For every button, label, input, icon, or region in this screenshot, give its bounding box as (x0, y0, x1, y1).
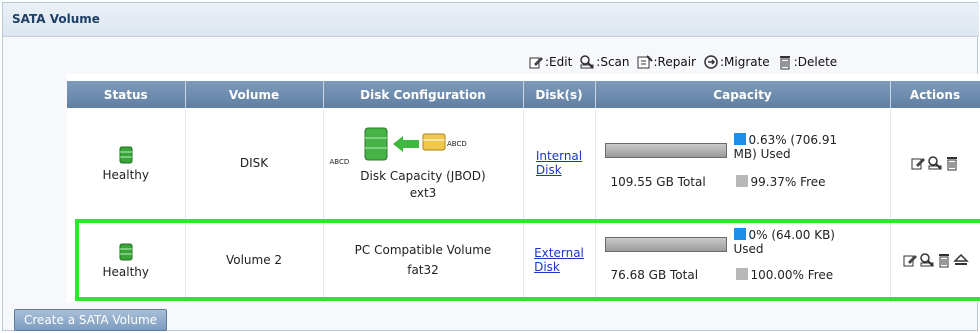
volume-name: DISK (185, 108, 324, 218)
column-header-disks: Disk(s) (523, 81, 596, 108)
delete-icon (779, 56, 790, 70)
actions-cell (890, 108, 980, 218)
status-cell: Healthy (67, 218, 186, 302)
panel-header: SATA Volume (3, 3, 979, 37)
disk-configuration-cell: PC Compatible Volume fat32 (323, 218, 524, 302)
repair-icon (637, 55, 653, 69)
actions-cell (890, 218, 980, 302)
panel-title: SATA Volume (12, 12, 100, 26)
capacity-bar (604, 237, 727, 252)
free-text: 100.00% Free (735, 268, 833, 282)
disk-configuration-cell: ABCD ABCD Disk Capacity (JBOD) ext3 (323, 108, 524, 218)
migrate-icon (704, 55, 718, 69)
used-text: 0% (64.00 KB) Used (733, 228, 835, 256)
scan-icon (580, 55, 594, 69)
capacity-cell: 0% (64.00 KB) Used 76.68 GB Total 100.00… (595, 218, 891, 302)
scan-icon[interactable] (927, 155, 943, 171)
healthy-disk-icon (119, 146, 133, 163)
column-header-disk-configuration: Disk Configuration (323, 81, 524, 108)
table-top-spacer (67, 74, 980, 81)
disks-cell: Internal Disk (523, 108, 596, 218)
used-color-icon (733, 133, 746, 145)
delete-icon[interactable] (936, 252, 952, 268)
status-text: Healthy (102, 167, 149, 182)
config-fs: ext3 (409, 186, 437, 200)
used-text: 0.63% (706.91 MB) Used (733, 133, 838, 161)
free-color-icon (735, 268, 748, 280)
table-header-row: Status Volume Disk Configuration Disk(s)… (67, 81, 980, 108)
table-row: Healthy Volume 2 PC Compatible Volume fa… (67, 218, 980, 302)
eject-icon[interactable] (952, 252, 969, 268)
legend-edit: :Edit (528, 54, 572, 70)
edit-icon (529, 57, 543, 69)
internal-disk-link[interactable]: Internal Disk (536, 149, 582, 177)
legend-scan: :Scan (579, 54, 630, 70)
healthy-disk-icon (119, 243, 133, 260)
volume-name: Volume 2 (185, 218, 324, 302)
config-type: Disk Capacity (JBOD) (360, 169, 486, 183)
status-text: Healthy (102, 264, 149, 279)
delete-icon[interactable] (944, 155, 960, 171)
free-text: 99.37% Free (735, 175, 826, 189)
free-color-icon (735, 175, 748, 187)
edit-icon[interactable] (902, 252, 918, 268)
external-disk-link[interactable]: External Disk (534, 246, 584, 274)
config-type: PC Compatible Volume (354, 243, 492, 257)
disks-cell: External Disk (523, 218, 596, 302)
create-sata-volume-button[interactable]: Create a SATA Volume (14, 309, 168, 331)
capacity-cell: 0.63% (706.91 MB) Used 109.55 GB Total 9… (595, 108, 891, 218)
legend-migrate: :Migrate (703, 54, 770, 70)
config-fs: fat32 (407, 263, 439, 277)
action-legend: :Edit :Scan :Repair :Migrate :Delete (528, 52, 844, 72)
legend-repair: :Repair (637, 54, 696, 70)
scan-icon[interactable] (919, 252, 935, 268)
total-text: 109.55 GB Total (610, 175, 706, 189)
table-row: Healthy DISK ABCD ABCD Disk Capacity (JB… (67, 108, 980, 218)
total-text: 76.68 GB Total (610, 268, 699, 282)
legend-delete: :Delete (777, 54, 837, 70)
column-header-capacity: Capacity (595, 81, 891, 108)
column-header-volume: Volume (185, 81, 324, 108)
capacity-bar (604, 143, 727, 158)
used-color-icon (733, 228, 746, 240)
status-cell: Healthy (67, 108, 186, 218)
volume-table: Status Volume Disk Configuration Disk(s)… (67, 81, 980, 302)
column-header-status: Status (67, 81, 186, 108)
column-header-actions: Actions (890, 81, 980, 108)
edit-icon[interactable] (910, 155, 926, 171)
